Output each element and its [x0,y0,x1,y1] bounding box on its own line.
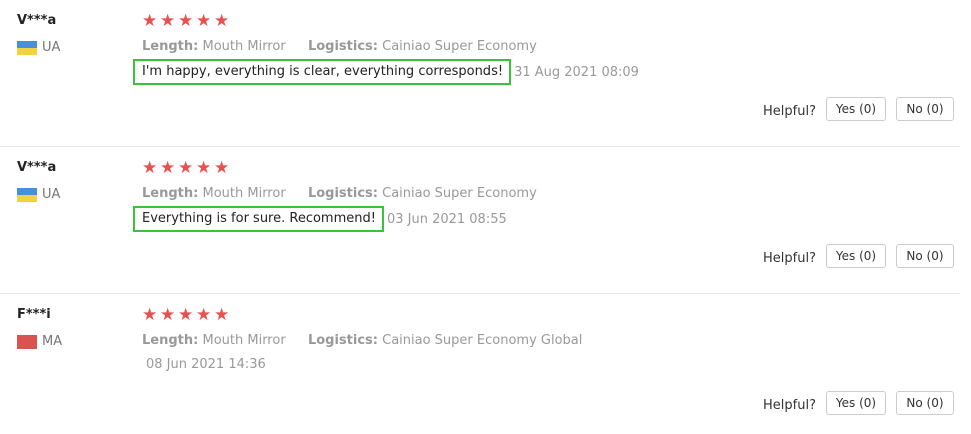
star-icon: ★ [178,305,194,325]
helpful-label: Helpful? [763,250,816,266]
star-icon: ★ [196,11,212,31]
star-icon: ★ [214,158,230,178]
star-icon: ★ [214,11,230,31]
review-date: 08 Jun 2021 14:36 [146,357,266,372]
helpful-yes-button[interactable]: Yes (0) [826,244,886,268]
review-content: I'm happy, everything is clear, everythi… [133,59,639,85]
logistics-label: Logistics: [307,39,378,54]
star-icon: ★ [142,11,158,31]
review-item: V***a UA ★ ★ ★ ★ ★ Length: Mouth Mirror … [0,147,971,294]
star-icon: ★ [160,305,176,325]
logistics-label: Logistics: [307,186,378,201]
helpful-label: Helpful? [763,103,816,119]
star-icon: ★ [160,158,176,178]
star-icon: ★ [142,158,158,178]
morocco-flag-icon [17,334,37,349]
ukraine-flag-icon [17,40,37,55]
reviewer-name: V***a [17,160,57,175]
reviewer-country: MA [17,334,62,349]
length-label: Length: [142,333,199,348]
reviewer-country: UA [17,187,60,202]
logistics-label: Logistics: [307,333,378,348]
review-text: Everything is for sure. Recommend! [133,206,384,232]
review-attributes: Length: Mouth Mirror Logistics: Cainiao … [142,186,537,201]
review-date: 03 Jun 2021 08:55 [386,211,507,227]
review-attributes: Length: Mouth Mirror Logistics: Cainiao … [142,39,537,54]
logistics-value: Cainiao Super Economy [382,39,537,54]
star-icon: ★ [178,158,194,178]
star-icon: ★ [160,11,176,31]
helpful-section: Helpful? Yes (0) No (0) [763,244,954,268]
helpful-section: Helpful? Yes (0) No (0) [763,97,954,121]
star-icon: ★ [196,158,212,178]
logistics-value: Cainiao Super Economy Global [382,333,583,348]
star-icon: ★ [178,11,194,31]
review-text: I'm happy, everything is clear, everythi… [133,59,512,85]
helpful-label: Helpful? [763,397,816,413]
length-value: Mouth Mirror [202,39,286,54]
length-value: Mouth Mirror [202,333,286,348]
reviewer-name: V***a [17,13,57,28]
reviewer-country: UA [17,40,60,55]
country-code: UA [42,40,61,55]
star-icon: ★ [214,305,230,325]
review-date: 31 Aug 2021 08:09 [514,64,639,80]
helpful-no-button[interactable]: No (0) [896,97,954,121]
helpful-no-button[interactable]: No (0) [896,391,954,415]
length-value: Mouth Mirror [202,186,286,201]
star-rating: ★ ★ ★ ★ ★ [142,305,230,325]
helpful-section: Helpful? Yes (0) No (0) [763,391,954,415]
logistics-value: Cainiao Super Economy [382,186,537,201]
helpful-yes-button[interactable]: Yes (0) [826,97,886,121]
star-icon: ★ [142,305,158,325]
review-item: F***i MA ★ ★ ★ ★ ★ Length: Mouth Mirror … [0,294,971,434]
country-code: UA [42,187,61,202]
helpful-no-button[interactable]: No (0) [896,244,954,268]
star-icon: ★ [196,305,212,325]
star-rating: ★ ★ ★ ★ ★ [142,158,230,178]
review-content: Everything is for sure. Recommend! 03 Ju… [133,206,507,232]
country-code: MA [42,334,63,349]
length-label: Length: [142,39,199,54]
length-label: Length: [142,186,199,201]
reviewer-name: F***i [17,307,51,322]
star-rating: ★ ★ ★ ★ ★ [142,11,230,31]
review-attributes: Length: Mouth Mirror Logistics: Cainiao … [142,333,582,348]
review-item: V***a UA ★ ★ ★ ★ ★ Length: Mouth Mirror … [0,0,971,147]
ukraine-flag-icon [17,187,37,202]
helpful-yes-button[interactable]: Yes (0) [826,391,886,415]
